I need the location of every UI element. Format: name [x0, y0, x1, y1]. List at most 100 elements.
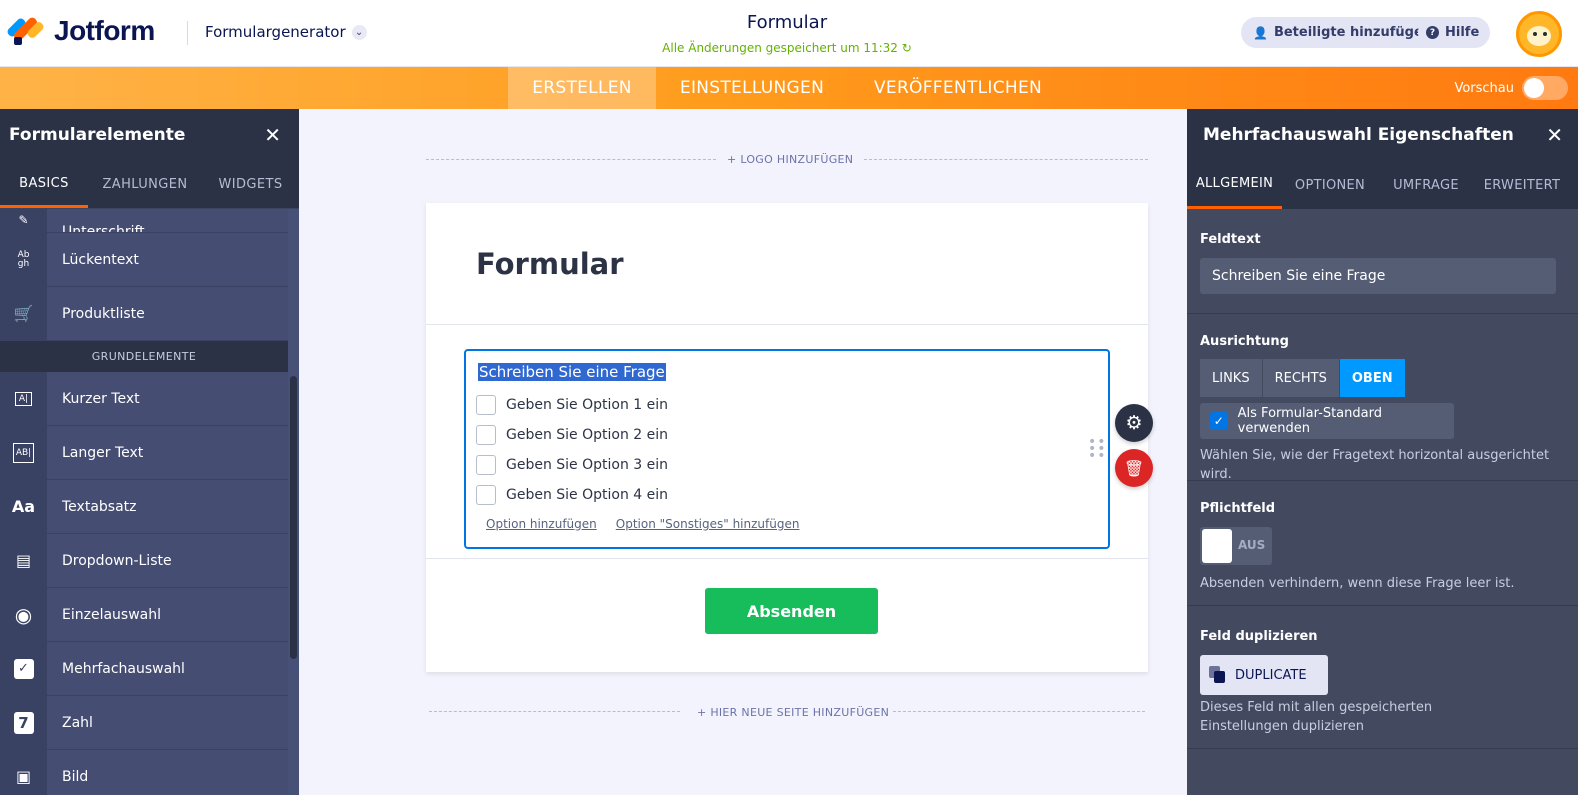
short-text-icon: A|: [0, 371, 47, 426]
option-checkbox[interactable]: [476, 395, 496, 415]
preview-toggle-group: Vorschau: [1454, 76, 1568, 100]
list-item-signature[interactable]: ✎ Unterschrift: [0, 209, 288, 233]
option-label[interactable]: Geben Sie Option 1 ein: [506, 397, 668, 413]
list-item-label: Unterschrift: [62, 224, 145, 233]
option-checkbox[interactable]: [476, 455, 496, 475]
list-item-produktliste[interactable]: 🛒 Produktliste: [0, 286, 288, 341]
tab-veroeffentlichen[interactable]: VERÖFFENTLICHEN: [860, 67, 1056, 109]
option-label[interactable]: Geben Sie Option 4 ein: [506, 487, 668, 503]
list-item-einzelauswahl[interactable]: ◉ Einzelauswahl: [0, 587, 288, 642]
cart-icon: 🛒: [0, 286, 47, 341]
group-header: GRUNDELEMENTE: [0, 341, 288, 372]
divider: [426, 324, 1148, 325]
tab-widgets[interactable]: WIDGETS: [202, 161, 299, 208]
duplicate-button-label: DUPLICATE: [1235, 667, 1307, 683]
option-row[interactable]: Geben Sie Option 2 ein: [476, 425, 668, 445]
list-item-kurzer-text[interactable]: A| Kurzer Text: [0, 371, 288, 426]
align-top-button[interactable]: OBEN: [1339, 359, 1406, 397]
gear-icon[interactable]: ⚙: [1115, 404, 1153, 442]
add-participants-label: Beteiligte hinzufügen: [1273, 25, 1433, 40]
option-checkbox[interactable]: [476, 485, 496, 505]
list-item-label: Langer Text: [62, 444, 144, 461]
list-item-bild[interactable]: ▣ Bild: [0, 749, 288, 795]
list-item-lueckentext[interactable]: Ab gh Lückentext: [0, 232, 288, 287]
tab-optionen[interactable]: OPTIONEN: [1282, 161, 1378, 209]
tab-erstellen[interactable]: ERSTELLEN: [508, 67, 656, 109]
form-elements-header: Formularelemente ✕: [0, 109, 299, 161]
field-text-input[interactable]: Schreiben Sie eine Frage: [1200, 258, 1556, 294]
duplicate-hint: Dieses Feld mit allen gespeicherten Eins…: [1200, 700, 1433, 734]
list-item-label: Bild: [62, 768, 89, 785]
option-links: Option hinzufügen Option "Sonstiges" hin…: [486, 517, 799, 531]
checkmark-icon: ✓: [1210, 412, 1228, 430]
option-checkbox[interactable]: [476, 425, 496, 445]
image-icon: ▣: [0, 749, 47, 795]
help-icon: ?: [1426, 26, 1439, 39]
scrollbar-thumb[interactable]: [290, 376, 297, 659]
form-card: Formular Schreiben Sie eine Frage Geben …: [426, 203, 1153, 672]
divider: [864, 159, 1148, 160]
list-item-label: Zahl: [62, 714, 93, 731]
toggle-knob: [1202, 529, 1232, 563]
list-item-zahl[interactable]: 7 Zahl: [0, 695, 288, 750]
tab-umfrage[interactable]: UMFRAGE: [1378, 161, 1474, 209]
option-row[interactable]: Geben Sie Option 1 ein: [476, 395, 668, 415]
properties-title: Mehrfachauswahl Eigenschaften: [1203, 125, 1514, 145]
align-right-button[interactable]: RECHTS: [1262, 359, 1340, 397]
add-page-link[interactable]: + HIER NEUE SEITE HINZUFÜGEN: [697, 706, 889, 719]
tab-basics[interactable]: BASICS: [0, 161, 88, 208]
trash-icon[interactable]: 🗑: [1115, 449, 1153, 487]
divider: [893, 711, 1145, 712]
list-item-label: Mehrfachauswahl: [62, 660, 185, 677]
required-hint: Absenden verhindern, wenn diese Frage le…: [1200, 576, 1515, 591]
form-elements-title: Formularelemente: [9, 125, 186, 145]
long-text-icon: AB|: [0, 425, 47, 480]
tab-zahlungen[interactable]: ZAHLUNGEN: [88, 161, 202, 208]
submit-button[interactable]: Absenden: [705, 588, 878, 634]
close-icon[interactable]: ✕: [1546, 123, 1563, 147]
preview-toggle[interactable]: [1522, 76, 1568, 100]
add-logo-link[interactable]: + LOGO HINZUFÜGEN: [727, 153, 853, 166]
option-label[interactable]: Geben Sie Option 2 ein: [506, 427, 668, 443]
preview-label: Vorschau: [1454, 80, 1514, 96]
list-item-label: Kurzer Text: [62, 390, 140, 407]
form-heading[interactable]: Formular: [476, 247, 624, 281]
add-other-option-link[interactable]: Option "Sonstiges" hinzufügen: [616, 517, 800, 531]
add-participants-button[interactable]: 👤 Beteiligte hinzufügen: [1241, 17, 1445, 48]
required-toggle[interactable]: AUS: [1200, 527, 1272, 565]
dropdown-icon: ▤: [0, 533, 47, 588]
option-row[interactable]: Geben Sie Option 3 ein: [476, 455, 668, 475]
radio-icon: ◉: [0, 587, 47, 642]
default-alignment-checkbox[interactable]: ✓ Als Formular-Standard verwenden: [1200, 403, 1454, 439]
elements-tabs: BASICS ZAHLUNGEN WIDGETS: [0, 161, 299, 209]
required-label: Pflichtfeld: [1200, 501, 1276, 516]
question-text[interactable]: Schreiben Sie eine Frage: [478, 363, 666, 381]
option-label[interactable]: Geben Sie Option 3 ein: [506, 457, 668, 473]
duplicate-label: Feld duplizieren: [1200, 629, 1318, 644]
alignment-label: Ausrichtung: [1200, 334, 1289, 349]
list-item-dropdown[interactable]: ▤ Dropdown-Liste: [0, 533, 288, 588]
builder-nav-bar: ERSTELLEN EINSTELLUNGEN VERÖFFENTLICHEN …: [0, 67, 1578, 109]
tab-erweitert[interactable]: ERWEITERT: [1474, 161, 1570, 209]
elements-list: ✎ Unterschrift Ab gh Lückentext 🛒 Produkt…: [0, 209, 288, 795]
option-row[interactable]: Geben Sie Option 4 ein: [476, 485, 668, 505]
close-icon[interactable]: ✕: [264, 123, 281, 147]
toggle-knob: [1524, 78, 1544, 98]
list-item-label: Lückentext: [62, 251, 139, 268]
add-option-link[interactable]: Option hinzufügen: [486, 517, 597, 531]
list-item-mehrfachauswahl[interactable]: ✓ Mehrfachauswahl: [0, 641, 288, 696]
list-item-langer-text[interactable]: AB| Langer Text: [0, 425, 288, 480]
avatar[interactable]: [1516, 11, 1562, 57]
multiple-choice-question[interactable]: Schreiben Sie eine Frage Geben Sie Optio…: [464, 349, 1110, 549]
align-left-button[interactable]: LINKS: [1200, 359, 1263, 397]
number-icon: 7: [0, 695, 47, 750]
help-button[interactable]: ? Hilfe: [1418, 17, 1491, 48]
divider: [426, 159, 716, 160]
tab-allgemein[interactable]: ALLGEMEIN: [1187, 161, 1282, 209]
tab-einstellungen[interactable]: EINSTELLUNGEN: [666, 67, 838, 109]
list-item-textabsatz[interactable]: Aa Textabsatz: [0, 479, 288, 534]
signature-icon: ✎: [0, 209, 47, 232]
list-item-label: Einzelauswahl: [62, 606, 161, 623]
drag-handle-icon[interactable]: •• •• ••: [1088, 435, 1107, 463]
duplicate-button[interactable]: DUPLICATE: [1200, 655, 1328, 695]
